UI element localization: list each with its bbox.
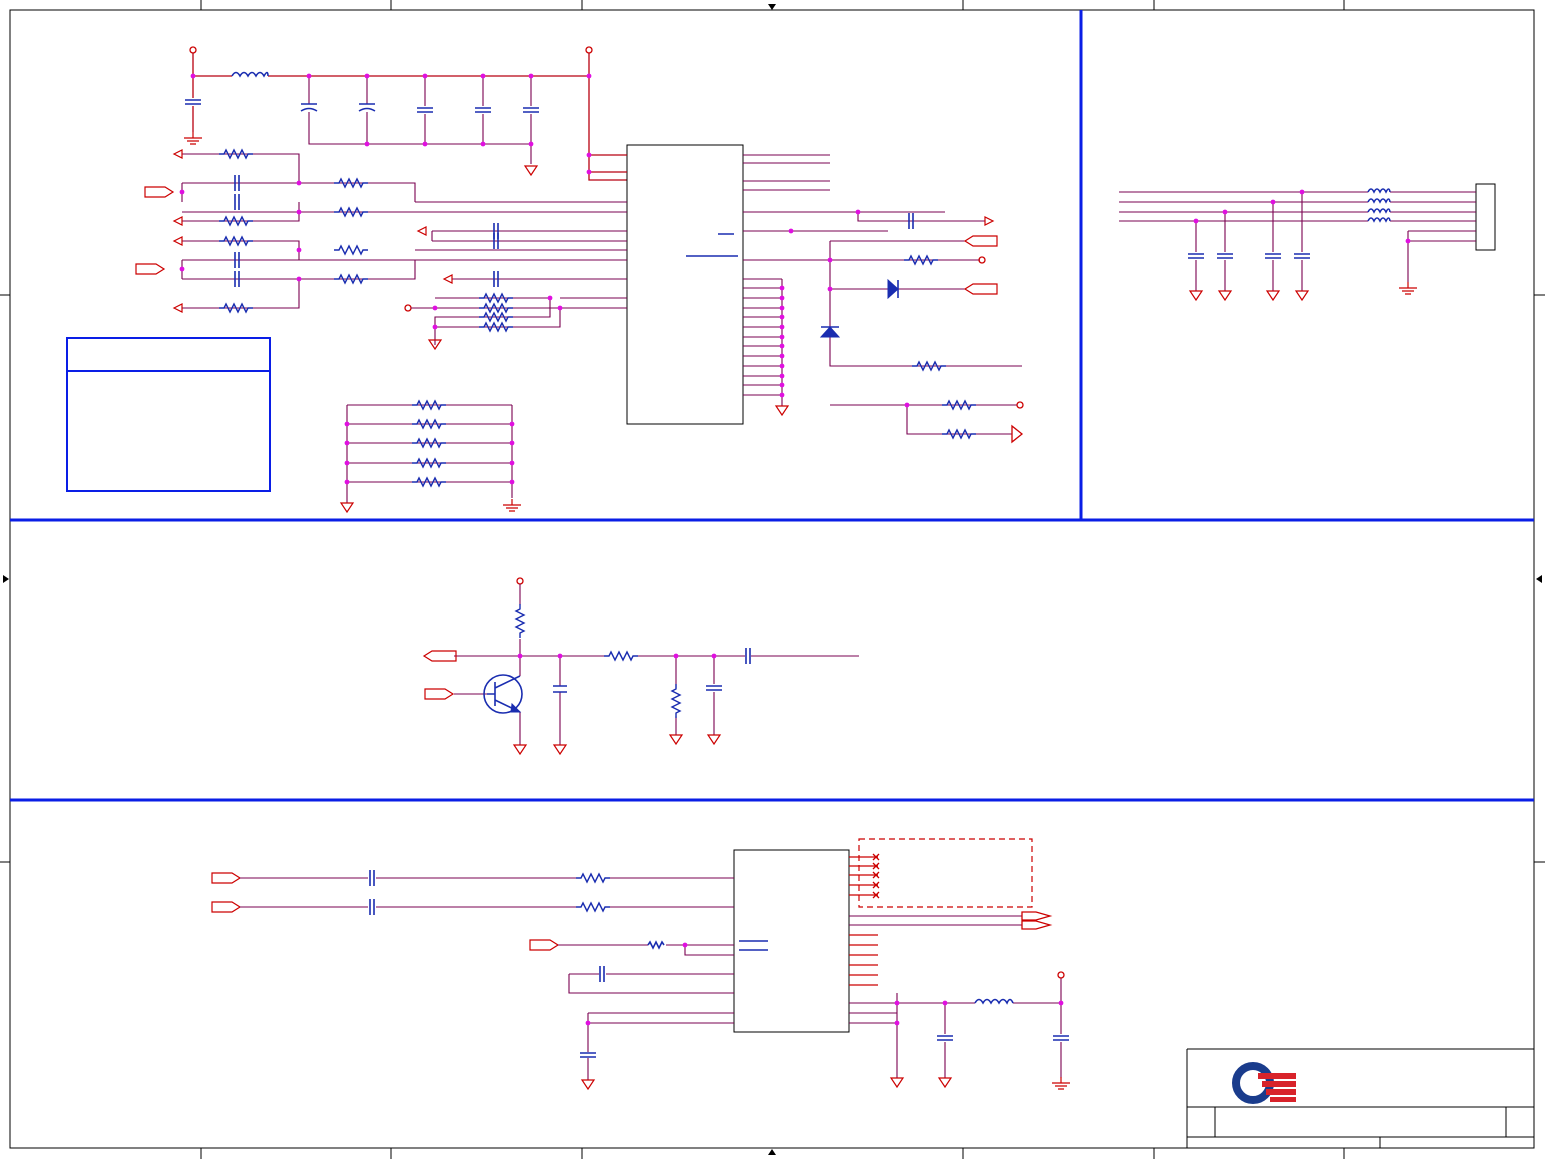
bottom-ic-circuit [211,838,1071,1090]
top-left-circuit [66,46,1024,513]
ic-u1 [626,144,744,425]
transistor-circuit [423,577,859,755]
connector-j1 [1475,183,1496,251]
top-right-connector-circuit [1119,183,1496,301]
section-borders [10,10,1534,802]
dnp-area [858,838,1033,908]
schematic-sheet [0,0,1545,1159]
company-logo [1232,1062,1296,1104]
title-block [1186,1048,1534,1148]
note-box [66,337,271,492]
drawing-frame [0,0,1545,1159]
